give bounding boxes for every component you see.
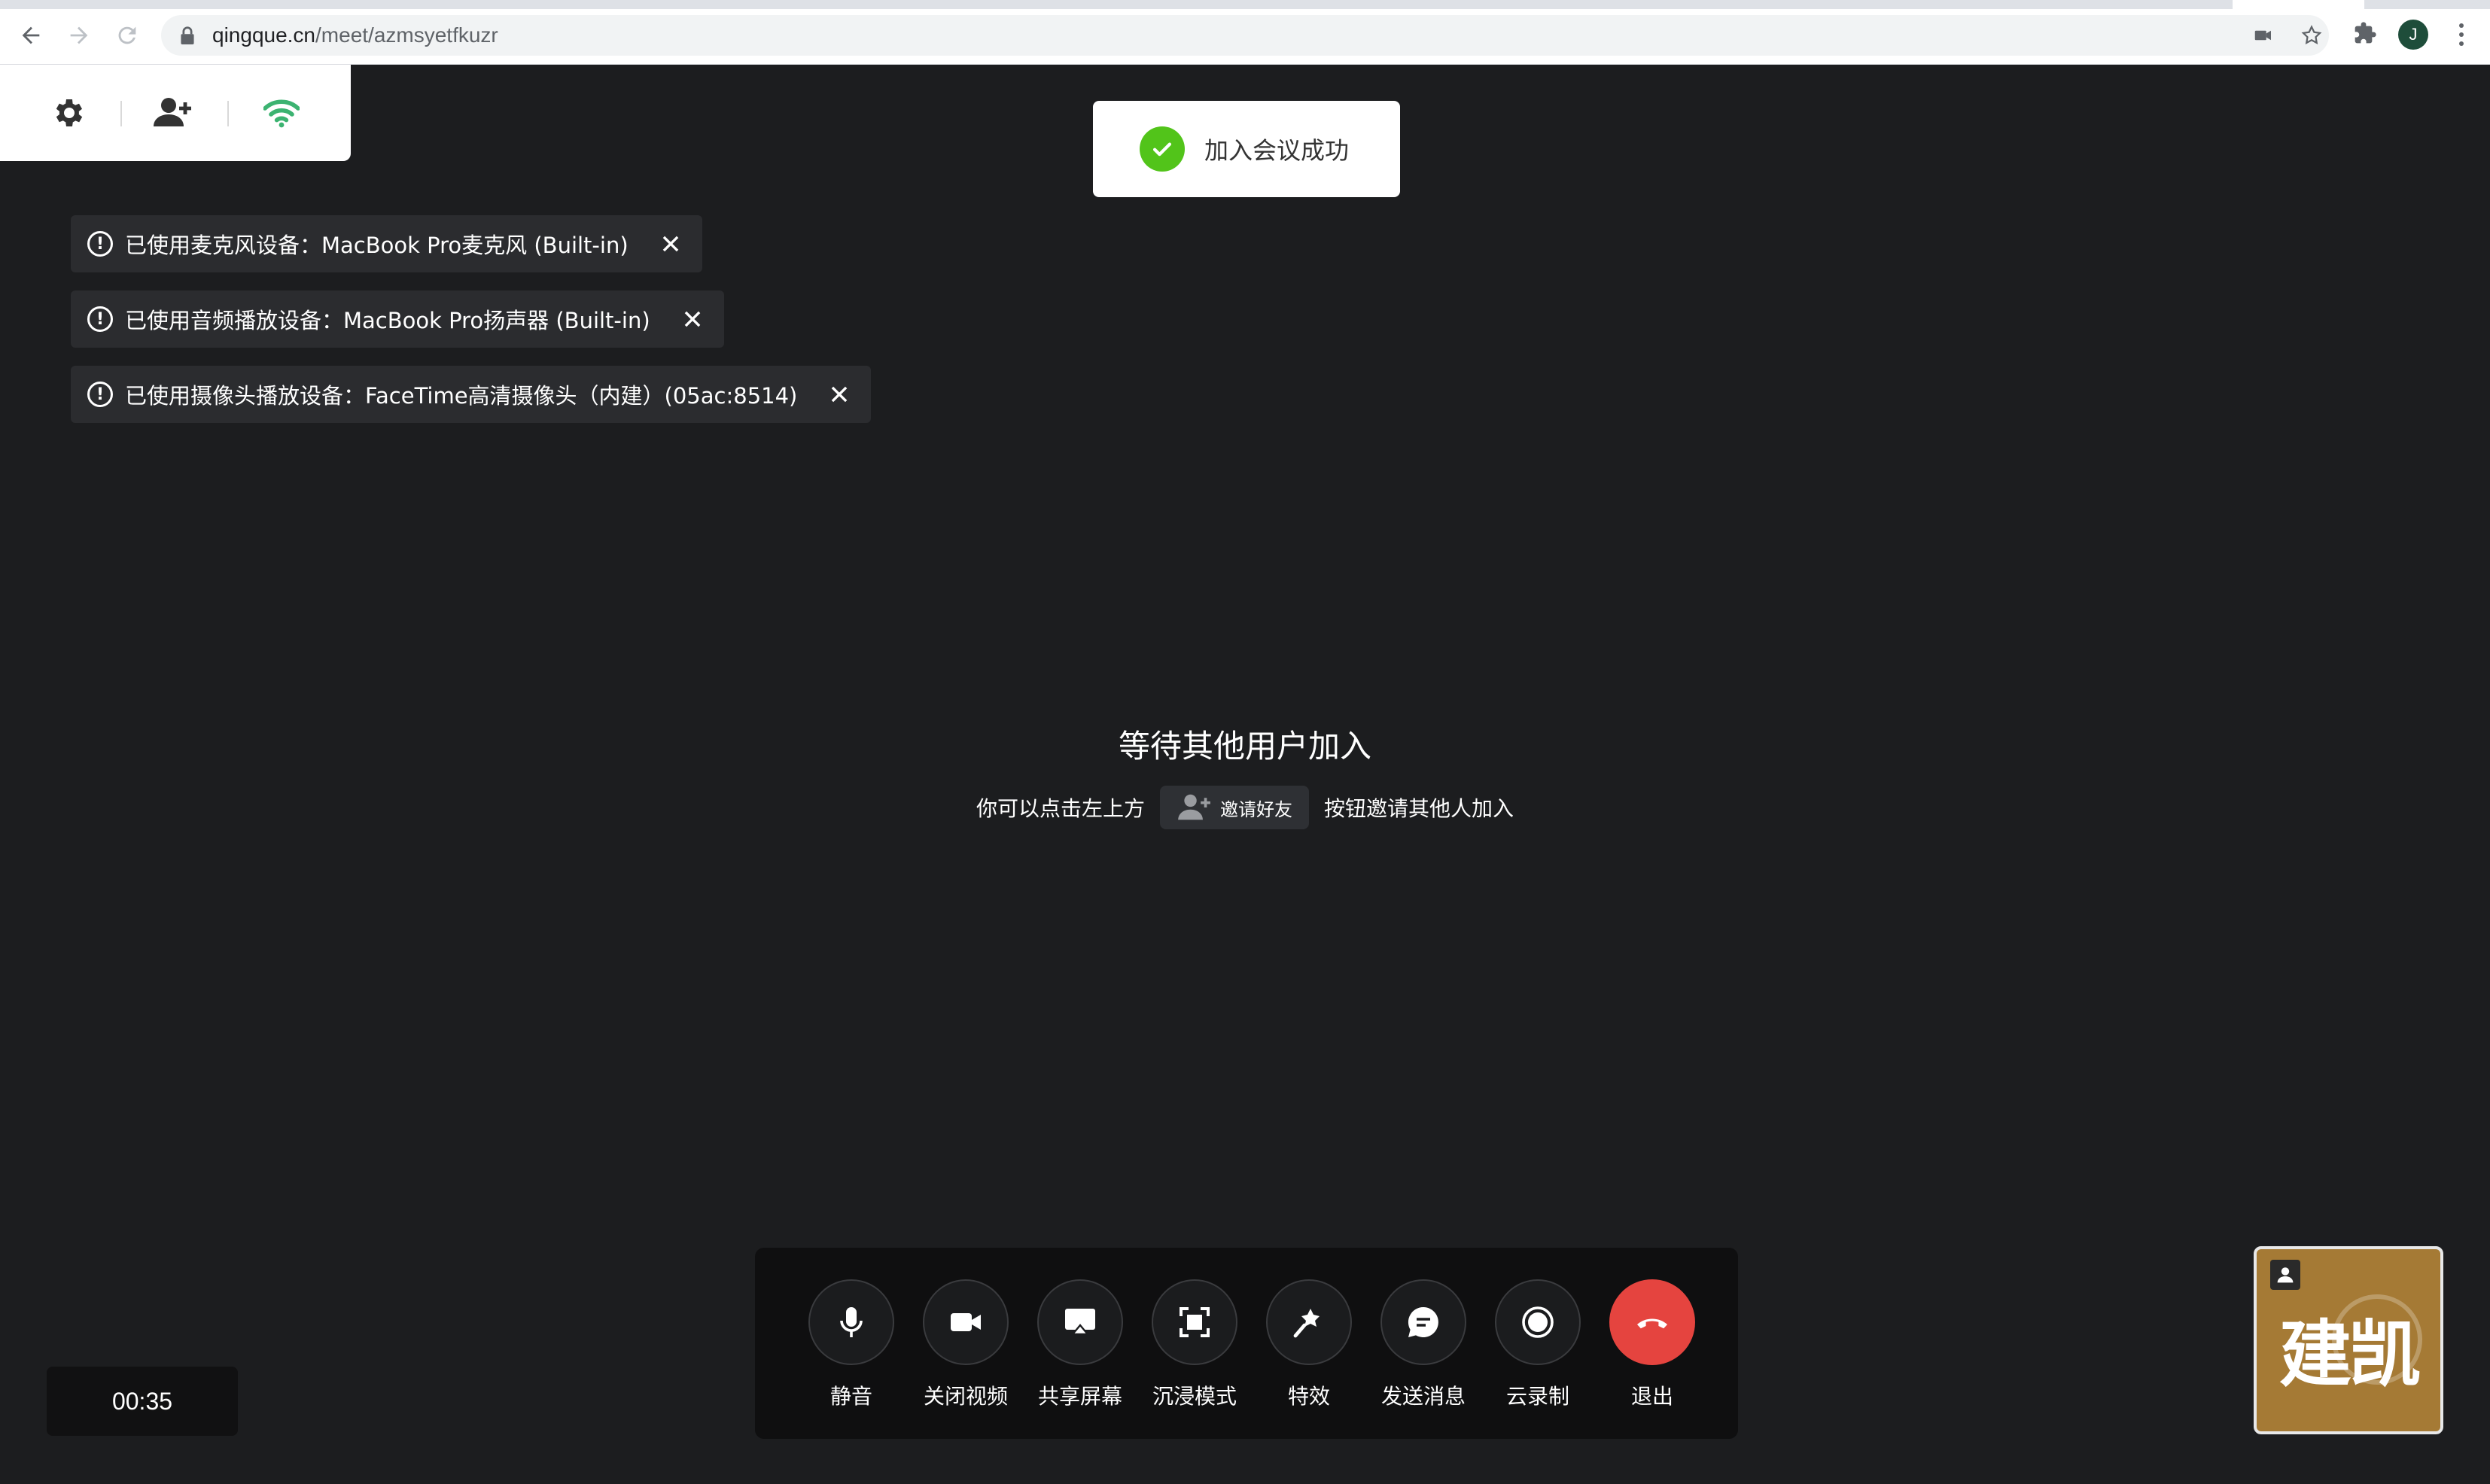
mute-button[interactable]: 静音 (795, 1279, 908, 1410)
add-user-icon (154, 98, 191, 126)
notice-text: 已使用麦克风设备：MacBook Pro麦克风 (Built-in) (125, 233, 629, 258)
bookmark-star-icon[interactable] (2299, 23, 2324, 48)
self-video-tile[interactable]: 建凯 (2254, 1246, 2443, 1434)
user-icon (2270, 1260, 2300, 1290)
reload-icon (118, 26, 136, 44)
close-icon[interactable] (656, 229, 686, 259)
hint-prefix: 你可以点击左上方 (976, 796, 1145, 821)
profile-avatar[interactable]: J (2398, 20, 2428, 50)
browser-menu-icon[interactable] (2448, 20, 2475, 50)
invite-user-button[interactable] (151, 90, 196, 135)
gear-icon (56, 99, 83, 126)
share-screen-button[interactable]: 共享屏幕 (1024, 1279, 1137, 1410)
network-status-button[interactable] (259, 90, 304, 135)
cloud-record-button[interactable]: 云录制 (1481, 1279, 1594, 1410)
stop-video-label: 关闭视频 (923, 1384, 1008, 1409)
effects-label: 特效 (1287, 1384, 1330, 1409)
forward-button[interactable] (62, 18, 96, 53)
effects-button[interactable]: 特效 (1253, 1279, 1365, 1410)
video-camera-icon (951, 1313, 981, 1331)
chat-bubble-icon (1408, 1306, 1438, 1337)
browser-toolbar: qingque.cn/meet/azmsyetfkuzr J (0, 0, 2490, 65)
notice-text: 已使用摄像头播放设备：FaceTime高清摄像头（内建）(05ac:8514) (125, 383, 798, 409)
back-button[interactable] (14, 18, 48, 53)
extensions-puzzle-icon[interactable] (2351, 20, 2379, 47)
wifi-signal-icon (263, 99, 300, 128)
send-message-button[interactable]: 发送消息 (1367, 1279, 1480, 1410)
immersive-mode-button[interactable]: 沉浸模式 (1138, 1279, 1251, 1410)
add-user-icon (1178, 794, 1210, 820)
meeting-timer: 00:35 (47, 1367, 238, 1436)
hang-up-icon (1637, 1318, 1667, 1329)
cloud-record-label: 云录制 (1505, 1384, 1569, 1409)
back-arrow-icon (22, 26, 40, 44)
lock-icon (181, 26, 194, 44)
url-text: qingque.cn/meet/azmsyetfkuzr (212, 23, 498, 47)
stop-video-button[interactable]: 关闭视频 (909, 1279, 1022, 1410)
share-screen-label: 共享屏幕 (1037, 1384, 1122, 1409)
waiting-hint: 你可以点击左上方 邀请好友 按钮邀请其他人加入 (0, 786, 2490, 829)
meeting-toolbar: 静音 关闭视频 共享屏幕 沉浸模式 特效 发送消息 云录制 退出 (755, 1248, 1738, 1439)
close-icon[interactable] (677, 304, 708, 334)
settings-button[interactable] (45, 90, 90, 135)
immersive-mode-icon (1180, 1307, 1210, 1337)
leave-label: 退出 (1630, 1384, 1673, 1409)
self-avatar-name: 建凯 (2279, 1312, 2421, 1397)
send-message-label: 发送消息 (1380, 1384, 1466, 1409)
forward-arrow-icon (70, 26, 88, 44)
invite-friends-chip: 邀请好友 (1160, 786, 1309, 829)
waiting-title: 等待其他用户加入 (1118, 728, 1371, 765)
reload-button[interactable] (110, 18, 145, 53)
camera-in-use-icon[interactable] (2251, 23, 2276, 48)
notice-text: 已使用音频播放设备：MacBook Pro扬声器 (Built-in) (125, 308, 650, 333)
magic-wand-icon (1293, 1309, 1320, 1338)
close-icon[interactable] (824, 379, 854, 409)
hint-suffix: 按钮邀请其他人加入 (1324, 796, 1514, 821)
info-icon: ! (87, 382, 113, 407)
address-bar[interactable]: qingque.cn/meet/azmsyetfkuzr (161, 15, 2329, 56)
leave-button[interactable]: 退出 (1596, 1279, 1709, 1410)
record-icon (1522, 1306, 1554, 1338)
screen-share-icon (1065, 1309, 1095, 1336)
tab-strip (0, 0, 2490, 9)
info-icon: ! (87, 231, 113, 257)
speaker-notice: ! 已使用音频播放设备：MacBook Pro扬声器 (Built-in) (71, 290, 724, 348)
check-circle-icon (1140, 126, 1185, 172)
camera-notice: ! 已使用摄像头播放设备：FaceTime高清摄像头（内建）(05ac:8514… (71, 366, 872, 423)
join-success-toast: 加入会议成功 (1093, 101, 1400, 197)
info-icon: ! (87, 306, 113, 332)
mute-label: 静音 (829, 1384, 872, 1409)
microphone-icon (840, 1307, 863, 1337)
microphone-notice: ! 已使用麦克风设备：MacBook Pro麦克风 (Built-in) (71, 215, 702, 272)
meeting-control-panel (0, 65, 351, 161)
toast-message: 加入会议成功 (1204, 136, 1350, 165)
invite-chip-label: 邀请好友 (1220, 798, 1292, 820)
immersive-mode-label: 沉浸模式 (1152, 1384, 1237, 1409)
